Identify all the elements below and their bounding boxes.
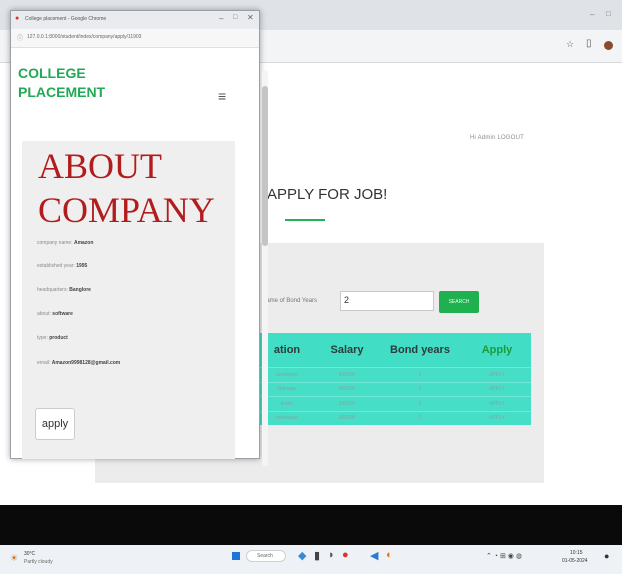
- table-row: tester 300000 2 APPLY: [257, 396, 531, 411]
- popup-url-bar[interactable]: ⓘ 127.0.0.1:8000/student/index/company/a…: [11, 29, 259, 48]
- field-label: about:: [37, 311, 51, 317]
- about-company-heading: ABOUT COMPANY: [38, 144, 215, 232]
- brand-logo-text[interactable]: COLLEGE PLACEMENT: [18, 64, 105, 102]
- minimize-icon[interactable]: –: [590, 10, 594, 19]
- weather-icon[interactable]: ☀: [10, 553, 18, 564]
- table-cell: 2: [377, 396, 463, 411]
- apply-link[interactable]: APPLY: [463, 381, 531, 397]
- weather-desc: Partly cloudy: [24, 559, 53, 565]
- maximize-icon[interactable]: □: [606, 9, 611, 18]
- popup-url-text[interactable]: 127.0.0.1:8000/student/index/company/app…: [27, 34, 141, 40]
- app-icon[interactable]: ◗: [328, 549, 335, 561]
- apply-link[interactable]: APPLY: [463, 396, 531, 411]
- column-header: Apply: [463, 333, 531, 368]
- established-year-field: established year: 1995: [37, 263, 87, 269]
- popup-scrollbar-thumb[interactable]: [262, 86, 268, 246]
- windows-taskbar: ☀ 30°C Partly cloudy Search ◆ ▮ ◗ ● ◀ ◐ …: [0, 545, 622, 574]
- about-field: about: software: [37, 311, 73, 317]
- clock-date: 01-05-2024: [562, 558, 588, 564]
- table-header-row: ation Salary Bond years Apply: [257, 333, 531, 368]
- page-title: APPLY FOR JOB!: [267, 186, 388, 203]
- table-cell: 2: [377, 410, 463, 425]
- chrome-icon[interactable]: ●: [342, 549, 349, 561]
- taskview-icon[interactable]: ◆: [298, 549, 306, 562]
- field-value: Amazon9998128@gmail.com: [51, 360, 121, 366]
- table-cell: 400000: [317, 367, 377, 382]
- info-icon[interactable]: ⓘ: [17, 33, 23, 42]
- table-cell: 450000: [317, 381, 377, 397]
- field-value: Amazon: [73, 240, 94, 246]
- weather-temp: 30°C: [24, 551, 36, 557]
- chrome-favicon-icon: ●: [15, 15, 20, 22]
- about-heading-line-1: ABOUT: [38, 146, 162, 186]
- company-name-field: company name: Amazon: [37, 240, 93, 246]
- profile-avatar-icon[interactable]: [604, 41, 613, 50]
- popup-titlebar: ● College placement - Google Chrome – □ …: [11, 11, 259, 29]
- field-label: headquarters:: [37, 287, 68, 293]
- field-label: email:: [37, 360, 51, 366]
- bond-years-search-input[interactable]: 2: [340, 291, 434, 311]
- field-value: product: [49, 335, 68, 341]
- taskbar-search-box[interactable]: Search: [246, 550, 286, 562]
- table-cell: 2: [377, 381, 463, 397]
- popup-close-icon[interactable]: ✕: [247, 13, 254, 22]
- apply-link[interactable]: APPLY: [463, 367, 531, 382]
- field-value: 1995: [76, 263, 88, 269]
- windows-start-icon[interactable]: [232, 552, 240, 560]
- popup-window-title: College placement - Google Chrome: [25, 16, 107, 22]
- column-header: Salary: [317, 333, 377, 368]
- browser-icon[interactable]: ◐: [386, 549, 393, 561]
- type-field: type: product: [37, 335, 68, 341]
- title-underline: [285, 219, 325, 221]
- system-tray-icons[interactable]: ⌃ ◔ ⊞ ◉ ◍: [486, 552, 522, 560]
- star-icon[interactable]: ☆: [566, 39, 574, 50]
- desktop-black-band: [0, 505, 622, 545]
- popup-maximize-icon[interactable]: □: [233, 14, 237, 21]
- about-heading-line-2: COMPANY: [38, 190, 215, 230]
- field-value: software: [52, 311, 73, 317]
- table-row: Manager 450000 2 APPLY: [257, 381, 531, 397]
- brand-line-2: PLACEMENT: [18, 84, 106, 100]
- table-row: developer 350000 2 APPLY: [257, 410, 531, 425]
- field-label: established year:: [37, 263, 75, 269]
- file-explorer-icon[interactable]: ▮: [314, 549, 320, 562]
- clock-time: 10:15: [570, 550, 583, 556]
- headquarters-field: headquarters: Banglore: [37, 287, 91, 293]
- field-label: company name:: [37, 240, 73, 246]
- welcome-logout-text[interactable]: Hi Admin LOGOUT: [470, 135, 524, 141]
- notification-icon[interactable]: ●: [604, 551, 609, 561]
- apply-link[interactable]: APPLY: [463, 410, 531, 425]
- table-cell: 2: [377, 367, 463, 382]
- hamburger-menu-icon[interactable]: ≡: [218, 88, 226, 104]
- table-row: developer 400000 2 APPLY: [257, 367, 531, 382]
- apply-button[interactable]: apply: [35, 408, 75, 440]
- table-cell: 350000: [317, 410, 377, 425]
- column-header: Bond years: [377, 333, 463, 368]
- table-cell: 300000: [317, 396, 377, 411]
- extension-icon[interactable]: ▯: [586, 38, 592, 49]
- field-label: type:: [37, 335, 48, 341]
- search-label: Name of Bond Years: [262, 298, 318, 304]
- field-value: Banglore: [69, 287, 91, 293]
- job-table: ation Salary Bond years Apply developer …: [257, 333, 531, 425]
- brand-line-1: COLLEGE: [18, 65, 86, 81]
- search-button[interactable]: SEARCH: [439, 291, 479, 313]
- email-field: email: Amazon9998128@gmail.com: [37, 360, 120, 366]
- popup-minimize-icon[interactable]: –: [219, 14, 223, 23]
- vscode-icon[interactable]: ◀: [370, 549, 378, 562]
